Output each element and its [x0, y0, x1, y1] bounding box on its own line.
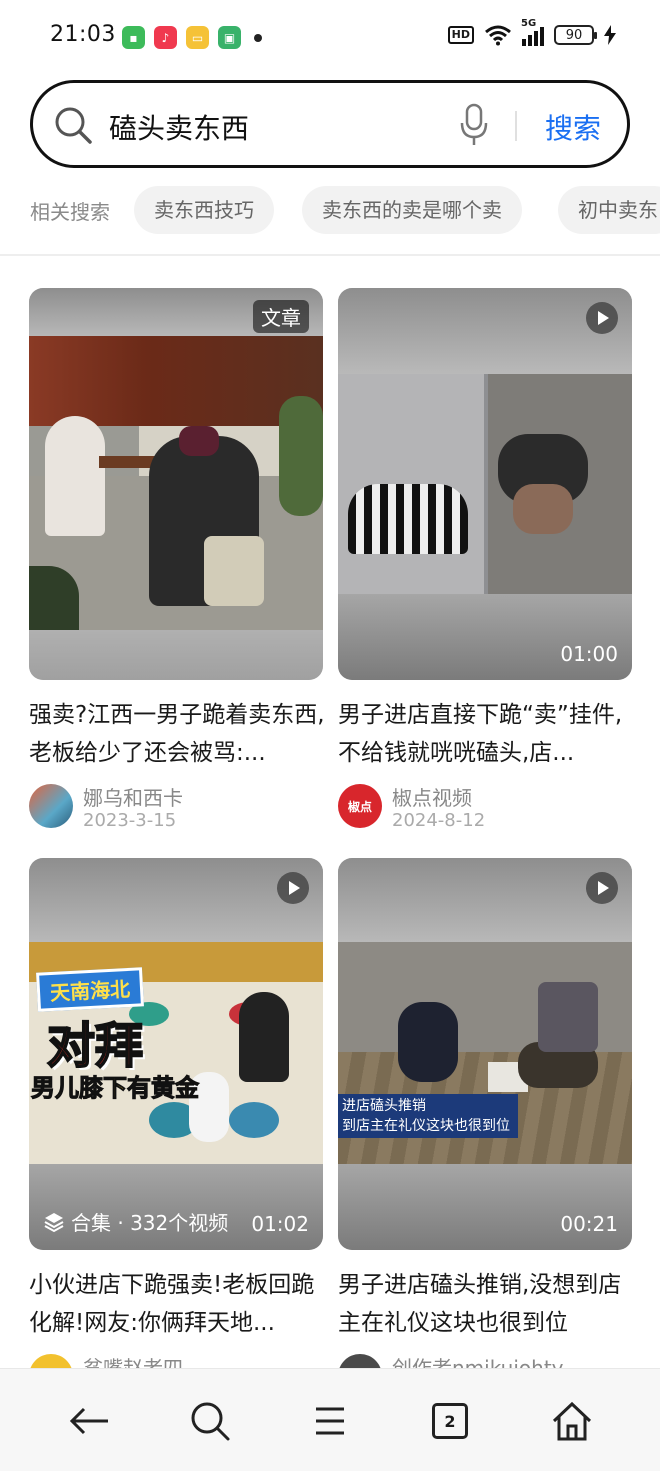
back-button[interactable]	[68, 1399, 112, 1443]
section-divider	[0, 254, 660, 256]
wifi-icon	[485, 25, 511, 46]
play-icon	[277, 872, 309, 904]
card-title[interactable]: 小伙进店下跪强卖!老板回跪化解!网友:你俩拜天地...	[29, 1266, 329, 1342]
overlay-title: 对拜	[46, 1006, 144, 1076]
overlay-text: 对拜	[46, 1017, 144, 1075]
search-bar[interactable]: 磕头卖东西 搜索	[30, 80, 630, 168]
overlay-text: 男儿膝下有黄金	[31, 1074, 200, 1103]
avatar[interactable]: 椒点	[338, 784, 382, 828]
network-type: 5G	[521, 18, 537, 29]
messages-app-icon: ▪	[122, 26, 145, 49]
publish-date: 2024-8-12	[392, 810, 486, 831]
publish-date: 2023-3-15	[83, 810, 177, 831]
search-nav-button[interactable]	[188, 1399, 232, 1443]
avatar[interactable]	[29, 784, 73, 828]
caption-bar: 进店磕头推销 到店主在礼仪这块也很到位	[338, 1094, 518, 1138]
thumbnail-image	[338, 374, 632, 594]
thumbnail[interactable]: 文章	[29, 288, 323, 680]
status-bar: 21:03 ▪ ♪ ▭ ▣ HD 5G 90	[0, 0, 660, 76]
search-icon	[191, 1402, 230, 1441]
search-button[interactable]: 搜索	[545, 107, 601, 147]
charging-icon	[604, 25, 616, 45]
signal-icon: 5G	[521, 18, 544, 46]
tabs-button[interactable]: 2	[428, 1399, 472, 1443]
video-duration: 00:21	[560, 1212, 618, 1236]
video-duration: 01:00	[560, 642, 618, 666]
layers-icon	[44, 1212, 64, 1232]
related-searches-label: 相关搜索	[30, 200, 110, 224]
article-badge: 文章	[253, 300, 309, 333]
bottom-navigation: 2	[0, 1368, 660, 1471]
author-name[interactable]: 娜乌和西卡	[83, 782, 183, 811]
menu-button[interactable]	[308, 1399, 352, 1443]
collection-info[interactable]: 合集 · 332个视频	[43, 1207, 228, 1236]
caption-text: 到店主在礼仪这块也很到位	[342, 1118, 510, 1134]
overlay-text: 天南海北	[49, 976, 131, 1006]
related-chip[interactable]: 初中卖东	[558, 186, 660, 234]
card-title[interactable]: 强卖?江西一男子跪着卖东西,老板给少了还会被骂:...	[29, 696, 329, 772]
thumbnail-image: 天南海北 对拜 男儿膝下有黄金	[29, 942, 323, 1164]
home-icon	[552, 1401, 592, 1441]
battery-level: 90	[565, 27, 583, 43]
clock: 21:03	[50, 22, 116, 47]
card-title[interactable]: 男子进店磕头推销,没想到店主在礼仪这块也很到位	[338, 1266, 638, 1342]
notes-app-icon: ▭	[186, 26, 209, 49]
microphone-icon[interactable]	[459, 103, 489, 147]
thumbnail[interactable]: 01:00	[338, 288, 632, 680]
author-name[interactable]: 椒点视频	[392, 782, 472, 811]
hd-icon: HD	[447, 26, 474, 44]
play-icon	[586, 872, 618, 904]
related-searches: 相关搜索 卖东西技巧 卖东西的卖是哪个卖 初中卖东	[0, 186, 660, 234]
thumbnail[interactable]: 天南海北 对拜 男儿膝下有黄金 合集 · 332个视频 01:02	[29, 858, 323, 1250]
android-app-icon: ▣	[218, 26, 241, 49]
card-title[interactable]: 男子进店直接下跪“卖”挂件,不给钱就咣咣磕头,店...	[338, 696, 638, 772]
more-notifications-dot	[254, 33, 262, 42]
battery-icon: 90	[554, 25, 597, 45]
avatar-label: 椒点	[347, 799, 372, 814]
notification-icons: ▪ ♪ ▭ ▣	[122, 26, 262, 49]
tabs-icon: 2	[432, 1403, 468, 1439]
music-app-icon: ♪	[154, 26, 177, 49]
related-chip[interactable]: 卖东西技巧	[134, 186, 274, 234]
related-chip[interactable]: 卖东西的卖是哪个卖	[302, 186, 522, 234]
menu-icon	[316, 1407, 344, 1435]
video-duration: 01:02	[251, 1212, 309, 1236]
home-button[interactable]	[550, 1399, 594, 1443]
search-divider	[515, 111, 517, 141]
play-icon	[586, 302, 618, 334]
caption-text: 进店磕头推销	[342, 1098, 426, 1114]
overlay-subtitle: 男儿膝下有黄金	[31, 1068, 200, 1103]
tab-count: 2	[444, 1411, 456, 1431]
search-input[interactable]: 磕头卖东西	[109, 107, 249, 147]
thumbnail-image: 进店磕头推销 到店主在礼仪这块也很到位	[338, 942, 632, 1164]
arrow-left-icon	[69, 1407, 108, 1435]
collection-label: 合集 · 332个视频	[71, 1211, 229, 1235]
search-icon	[55, 107, 92, 144]
thumbnail[interactable]: 进店磕头推销 到店主在礼仪这块也很到位 00:21	[338, 858, 632, 1250]
system-indicators: HD 5G 90	[447, 18, 616, 46]
thumbnail-image	[29, 336, 323, 630]
